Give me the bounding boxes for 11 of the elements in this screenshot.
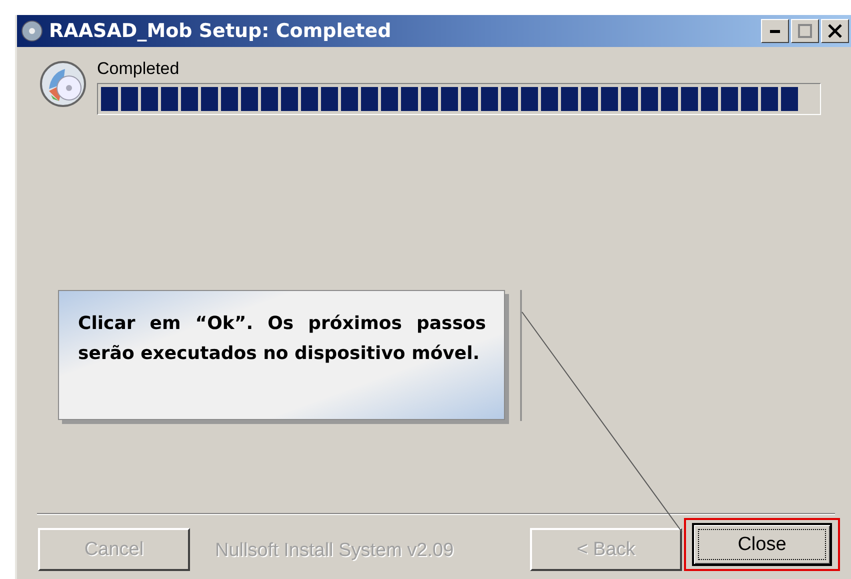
- minimize-button[interactable]: [761, 19, 789, 43]
- maximize-button[interactable]: [791, 19, 819, 43]
- disc-icon: [21, 20, 43, 42]
- disc-icon: [39, 59, 87, 109]
- minimize-icon: [770, 30, 780, 32]
- close-icon: [828, 24, 842, 38]
- maximize-icon: [798, 24, 812, 38]
- window-title: RAASAD_Mob Setup: Completed: [49, 20, 392, 42]
- status-text: Completed: [97, 59, 180, 79]
- close-button[interactable]: [821, 19, 849, 43]
- close-button[interactable]: Close: [692, 523, 832, 566]
